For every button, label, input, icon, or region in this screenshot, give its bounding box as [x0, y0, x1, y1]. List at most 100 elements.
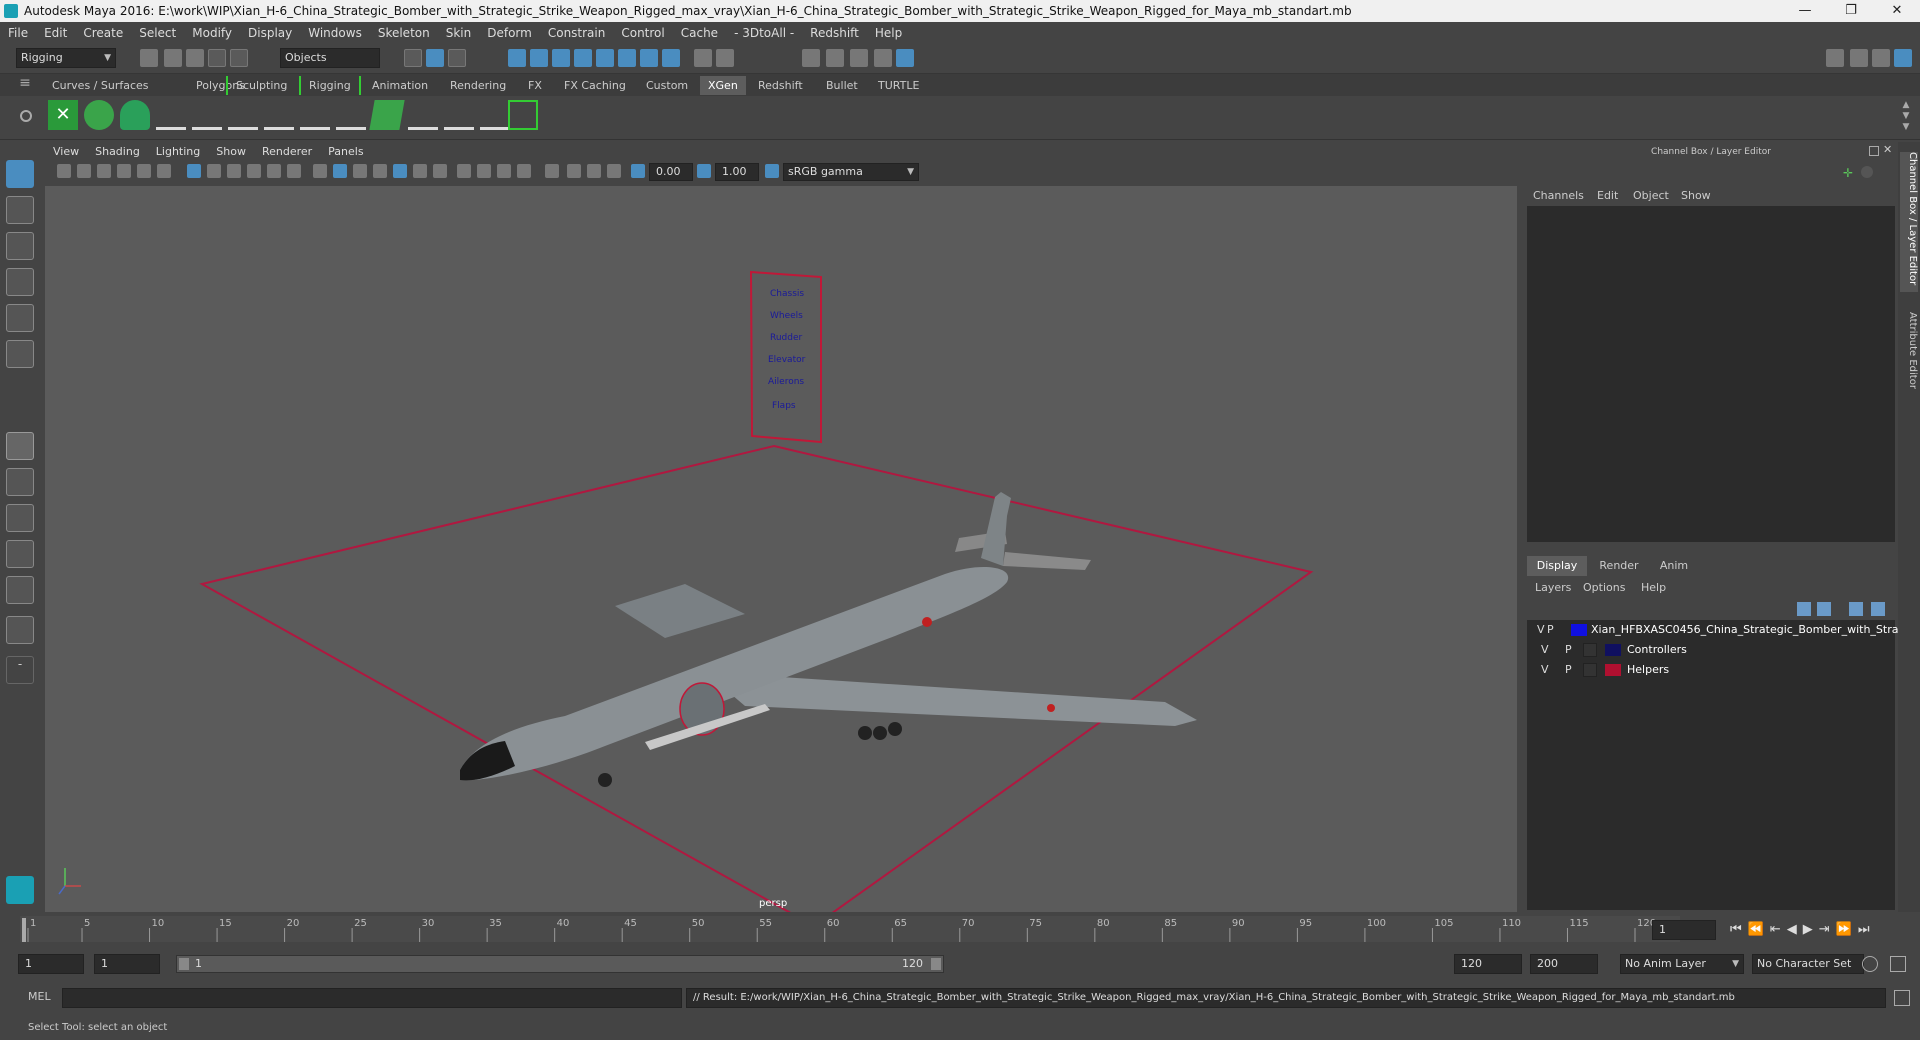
- persp-graph-layout-icon[interactable]: [6, 540, 34, 568]
- motion-blur-icon[interactable]: [477, 164, 491, 178]
- select-by-object-icon[interactable]: [426, 49, 444, 67]
- vp-menu-panels[interactable]: Panels: [320, 142, 371, 162]
- script-editor-icon[interactable]: [1894, 990, 1910, 1006]
- vp-menu-lighting[interactable]: Lighting: [148, 142, 208, 162]
- move-layer-up-icon[interactable]: [1797, 602, 1811, 616]
- xgen-brush-icon[interactable]: [444, 100, 474, 130]
- close-button[interactable]: ✕: [1874, 0, 1920, 22]
- layer-row[interactable]: V P Helpers: [1527, 660, 1899, 680]
- channel-box-toggle-icon[interactable]: [1894, 49, 1912, 67]
- tab-animation[interactable]: Animation: [364, 76, 436, 95]
- snap-vertex-icon[interactable]: [618, 49, 636, 67]
- field-chart-icon[interactable]: [267, 164, 281, 178]
- grid-toggle-icon[interactable]: [187, 164, 201, 178]
- vp-menu-view[interactable]: View: [45, 142, 87, 162]
- step-forward-frame-icon[interactable]: ⇥: [1819, 922, 1836, 937]
- menu-deform[interactable]: Deform: [479, 22, 540, 44]
- scale-tool-icon[interactable]: [6, 340, 34, 368]
- menu-edit[interactable]: Edit: [36, 22, 75, 44]
- render-settings-icon[interactable]: [850, 49, 868, 67]
- cb-menu-object[interactable]: Object: [1633, 186, 1669, 206]
- menu-select[interactable]: Select: [131, 22, 184, 44]
- xgen-primitive-icon[interactable]: [120, 100, 150, 130]
- select-by-hierarchy-icon[interactable]: [404, 49, 422, 67]
- four-view-layout-icon[interactable]: [6, 468, 34, 496]
- tab-fx[interactable]: FX: [520, 76, 550, 95]
- new-scene-icon[interactable]: [140, 49, 158, 67]
- color-management-icon[interactable]: [765, 164, 779, 178]
- snap-grid-icon[interactable]: [508, 49, 526, 67]
- single-view-layout-icon[interactable]: [6, 432, 34, 460]
- save-scene-icon[interactable]: [186, 49, 204, 67]
- go-to-end-icon[interactable]: ⏭: [1858, 922, 1876, 937]
- move-layer-down-icon[interactable]: [1817, 602, 1831, 616]
- shelf-scroll-icon[interactable]: ▲ ▼ ▼: [1900, 100, 1912, 134]
- tab-fx-caching[interactable]: FX Caching: [556, 76, 634, 95]
- gamma-icon[interactable]: [697, 164, 711, 178]
- maximize-button[interactable]: ❐: [1828, 0, 1874, 22]
- menu-modify[interactable]: Modify: [184, 22, 240, 44]
- layer-tab-anim[interactable]: Anim: [1649, 556, 1699, 576]
- snap-plane-icon[interactable]: [574, 49, 592, 67]
- layer-tab-display[interactable]: Display: [1527, 556, 1587, 576]
- tab-turtle[interactable]: TURTLE: [870, 76, 927, 95]
- timeline-ruler[interactable]: 1 5 10 15 20 25 30 35 40 45 50 55 60 65 70 75 80 85 90 95 10…: [20, 912, 1680, 946]
- render-frame-icon[interactable]: [802, 49, 820, 67]
- camera-attributes-icon[interactable]: [77, 164, 91, 178]
- side-tab-channel-box[interactable]: Channel Box / Layer Editor: [1900, 152, 1918, 292]
- isolate-select-icon[interactable]: [545, 164, 559, 178]
- resolution-gate-icon[interactable]: [227, 164, 241, 178]
- mel-label[interactable]: MEL: [28, 990, 51, 1003]
- custom-layout-icon[interactable]: -: [6, 656, 34, 684]
- menu-help[interactable]: Help: [867, 22, 910, 44]
- menu-skin[interactable]: Skin: [438, 22, 480, 44]
- menu-set-dropdown[interactable]: Rigging ▼: [16, 48, 116, 68]
- smooth-shade-icon[interactable]: [333, 164, 347, 178]
- menu-file[interactable]: File: [0, 22, 36, 44]
- layer-visibility-toggle[interactable]: V: [1537, 620, 1545, 640]
- layer-playback-toggle[interactable]: P: [1565, 640, 1572, 660]
- default-material-icon[interactable]: [353, 164, 367, 178]
- bookmark-icon[interactable]: [97, 164, 111, 178]
- select-tool-icon[interactable]: [6, 160, 34, 188]
- xgen-grooming-icon[interactable]: [408, 100, 438, 130]
- history-icon[interactable]: [640, 49, 658, 67]
- animation-preferences-icon[interactable]: [1890, 956, 1906, 972]
- step-back-frame-icon[interactable]: ⇤: [1770, 922, 1787, 937]
- layer-color-swatch[interactable]: [1571, 624, 1587, 636]
- range-start-handle[interactable]: [179, 958, 189, 970]
- gate-mask-icon[interactable]: [247, 164, 261, 178]
- menu-display[interactable]: Display: [240, 22, 300, 44]
- menu-3dtoall[interactable]: - 3DtoAll -: [726, 22, 802, 44]
- xgen-place-guides-icon[interactable]: [156, 100, 186, 130]
- range-slider[interactable]: 1 120: [176, 955, 944, 973]
- layer-type-slot[interactable]: [1583, 643, 1597, 657]
- menu-control[interactable]: Control: [613, 22, 672, 44]
- side-tab-attribute-editor[interactable]: Attribute Editor: [1900, 312, 1918, 422]
- exposure-icon[interactable]: [631, 164, 645, 178]
- workspace-icon[interactable]: [1826, 49, 1844, 67]
- character-set-dropdown[interactable]: No Character Set: [1752, 954, 1864, 974]
- menu-skeleton[interactable]: Skeleton: [370, 22, 438, 44]
- move-tool-icon[interactable]: [6, 268, 34, 296]
- layer-color-swatch[interactable]: [1605, 644, 1621, 656]
- xgen-layers-icon[interactable]: [369, 100, 405, 130]
- step-back-key-icon[interactable]: ⏪: [1748, 922, 1770, 937]
- layer-name[interactable]: Helpers: [1627, 660, 1669, 680]
- layer-type-slot[interactable]: [1583, 663, 1597, 677]
- image-plane-icon[interactable]: [117, 164, 131, 178]
- two-d-pan-icon[interactable]: [137, 164, 151, 178]
- play-forward-icon[interactable]: ▶: [1803, 922, 1819, 937]
- menu-constrain[interactable]: Constrain: [540, 22, 614, 44]
- xgen-editor-icon[interactable]: ✕: [48, 100, 78, 130]
- new-layer-icon[interactable]: [1849, 602, 1863, 616]
- xgen-comb-icon[interactable]: [480, 100, 510, 130]
- snap-curve-icon[interactable]: [530, 49, 548, 67]
- tab-custom[interactable]: Custom: [638, 76, 696, 95]
- time-slider[interactable]: 1 5 10 15 20 25 30 35 40 45 50 55 60 65 70 75 80 85 90 95 10…: [0, 912, 1920, 946]
- animation-start-field[interactable]: 1: [18, 954, 84, 974]
- tab-sculpting[interactable]: Sculpting: [226, 76, 295, 95]
- layer-color-swatch[interactable]: [1605, 664, 1621, 676]
- anti-aliasing-icon[interactable]: [497, 164, 511, 178]
- exposure-field[interactable]: 0.00: [649, 163, 693, 181]
